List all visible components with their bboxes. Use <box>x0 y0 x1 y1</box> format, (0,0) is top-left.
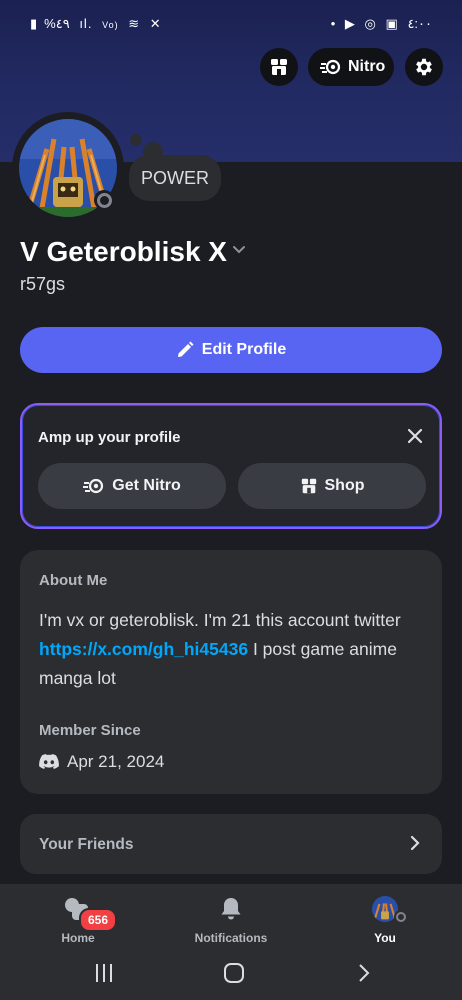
get-nitro-button[interactable]: Get Nitro <box>38 463 226 509</box>
back-icon[interactable] <box>354 958 374 988</box>
edit-profile-button[interactable]: Edit Profile <box>20 327 442 373</box>
nav-notifications[interactable]: Notifications <box>176 896 286 945</box>
about-text-start: I'm vx or geteroblisk. I'm 21 this accou… <box>39 610 401 630</box>
nav-notifications-label: Notifications <box>194 931 268 945</box>
pencil-icon <box>177 341 194 357</box>
about-me-text: I'm vx or geteroblisk. I'm 21 this accou… <box>39 606 429 693</box>
chevron-down-icon[interactable] <box>230 240 248 258</box>
settings-button[interactable] <box>405 48 443 86</box>
wifi-icon: ≋ <box>128 16 141 31</box>
nitro-label: Nitro <box>348 58 386 75</box>
gear-icon <box>416 58 432 76</box>
about-link[interactable]: https://x.com/gh_hi45436 <box>39 639 248 659</box>
custom-status-bubble[interactable]: POWER <box>129 155 221 201</box>
status-left: ▮ %٤٩ ıl. Vo) ≋ ✕ <box>30 16 168 32</box>
system-navigation <box>0 958 462 992</box>
volte-icon: Vo) <box>102 20 119 30</box>
bell-icon <box>221 898 241 920</box>
youtube-icon: ▶ <box>344 16 355 31</box>
about-me-card: About Me I'm vx or geteroblisk. I'm 21 t… <box>20 550 442 794</box>
dot-icon: • <box>330 16 336 31</box>
nav-you-label: You <box>374 931 396 945</box>
amp-title: Amp up your profile <box>38 429 181 446</box>
battery-icon: ▮ <box>30 16 39 31</box>
shop-button-card[interactable]: Shop <box>238 463 426 509</box>
nav-you[interactable]: You <box>330 896 440 945</box>
chevron-right-icon <box>410 835 420 851</box>
discord-icon <box>39 754 59 769</box>
edit-profile-label: Edit Profile <box>201 341 287 358</box>
get-nitro-label: Get Nitro <box>112 477 181 494</box>
your-friends-row[interactable]: Your Friends <box>20 814 442 874</box>
nitro-button[interactable]: Nitro <box>308 48 394 86</box>
nitro-icon <box>320 59 341 75</box>
shop-button[interactable] <box>260 48 298 86</box>
status-indicator <box>94 190 114 210</box>
username: r57gs <box>20 274 66 294</box>
your-friends-label: Your Friends <box>39 836 134 853</box>
member-since-heading: Member Since <box>39 722 141 739</box>
nav-home[interactable]: Home 656 <box>23 896 133 945</box>
nav-home-label: Home <box>61 931 95 945</box>
thought-dot-small <box>130 134 142 146</box>
signal-icon: ıl. <box>79 16 93 31</box>
shop-icon <box>271 59 287 75</box>
home-badge: 656 <box>79 908 117 932</box>
nav-status-indicator <box>394 910 408 924</box>
close-icon[interactable] <box>406 427 424 445</box>
app-icon: ◎ <box>364 16 376 31</box>
display-name: V Geteroblisk X <box>20 236 227 267</box>
shop-icon <box>301 478 316 494</box>
mute-icon: ✕ <box>149 16 162 31</box>
shop-label: Shop <box>324 477 365 494</box>
home-icon[interactable] <box>221 958 247 988</box>
recents-icon[interactable] <box>92 958 116 988</box>
nitro-icon <box>83 478 104 494</box>
amp-up-card: Amp up your profile Get Nitro Shop <box>20 403 442 529</box>
status-right: • ▶ ◎ ▣ ٤:٠٠ <box>331 16 432 32</box>
status-bar: ▮ %٤٩ ıl. Vo) ≋ ✕ • ▶ ◎ ▣ ٤:٠٠ <box>0 14 462 38</box>
gallery-icon: ▣ <box>385 16 398 31</box>
clock: ٤:٠٠ <box>407 16 432 31</box>
about-me-heading: About Me <box>39 572 108 589</box>
member-since-row: Apr 21, 2024 <box>39 752 164 772</box>
member-since-date: Apr 21, 2024 <box>67 752 165 771</box>
battery-percent: %٤٩ <box>44 16 70 31</box>
